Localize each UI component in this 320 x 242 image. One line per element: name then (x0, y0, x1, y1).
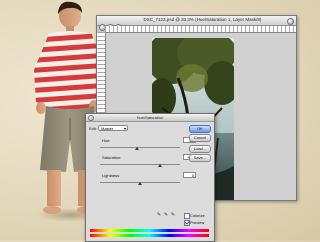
edit-channel-select[interactable]: Master ▾ (98, 125, 128, 131)
document-title: DSC_7123.psd @ 33.3% (Hue/Saturation 1, … (143, 17, 262, 22)
hue-saturation-dialog[interactable]: Hue/Saturation Edit: Master ▾ Hue: -15 S… (85, 113, 215, 242)
edit-label: Edit: (89, 126, 98, 131)
lightness-value-field[interactable]: 0 (183, 172, 196, 178)
lightness-label: Lightness: (102, 173, 121, 178)
load-button[interactable]: Load... (189, 145, 211, 153)
chevron-down-icon: ▾ (123, 126, 126, 131)
dialog-title: Hue/Saturation (136, 115, 164, 120)
color-spectrum-bar-bottom (90, 234, 209, 237)
edit-channel-value: Master (101, 126, 114, 131)
eyedropper-minus-icon[interactable]: ✎ (170, 212, 176, 218)
lightness-slider-knob[interactable] (138, 182, 142, 185)
document-titlebar[interactable]: DSC_7123.psd @ 33.3% (Hue/Saturation 1, … (97, 16, 296, 31)
eyedropper-icon[interactable]: ✎ (156, 212, 162, 218)
hue-slider[interactable] (100, 147, 180, 148)
colorize-label: Colorize (190, 213, 205, 218)
cancel-button[interactable]: Cancel (189, 134, 211, 142)
saturation-slider[interactable] (100, 164, 180, 165)
horizontal-ruler[interactable] (105, 26, 296, 33)
hue-slider-knob[interactable] (134, 147, 139, 150)
saturation-slider-knob[interactable] (158, 164, 162, 167)
eyedropper-plus-icon[interactable]: ✎ (163, 212, 169, 218)
toolbar-toggle-button[interactable] (287, 18, 294, 25)
preview-label: Preview (190, 220, 205, 225)
saturation-label: Saturation: (102, 155, 122, 160)
hue-label: Hue: (102, 138, 111, 143)
color-spectrum-bar-top (90, 229, 209, 232)
dialog-titlebar[interactable]: Hue/Saturation (86, 114, 214, 122)
save-button[interactable]: Save... (189, 154, 211, 162)
ok-button[interactable]: OK (189, 125, 211, 133)
